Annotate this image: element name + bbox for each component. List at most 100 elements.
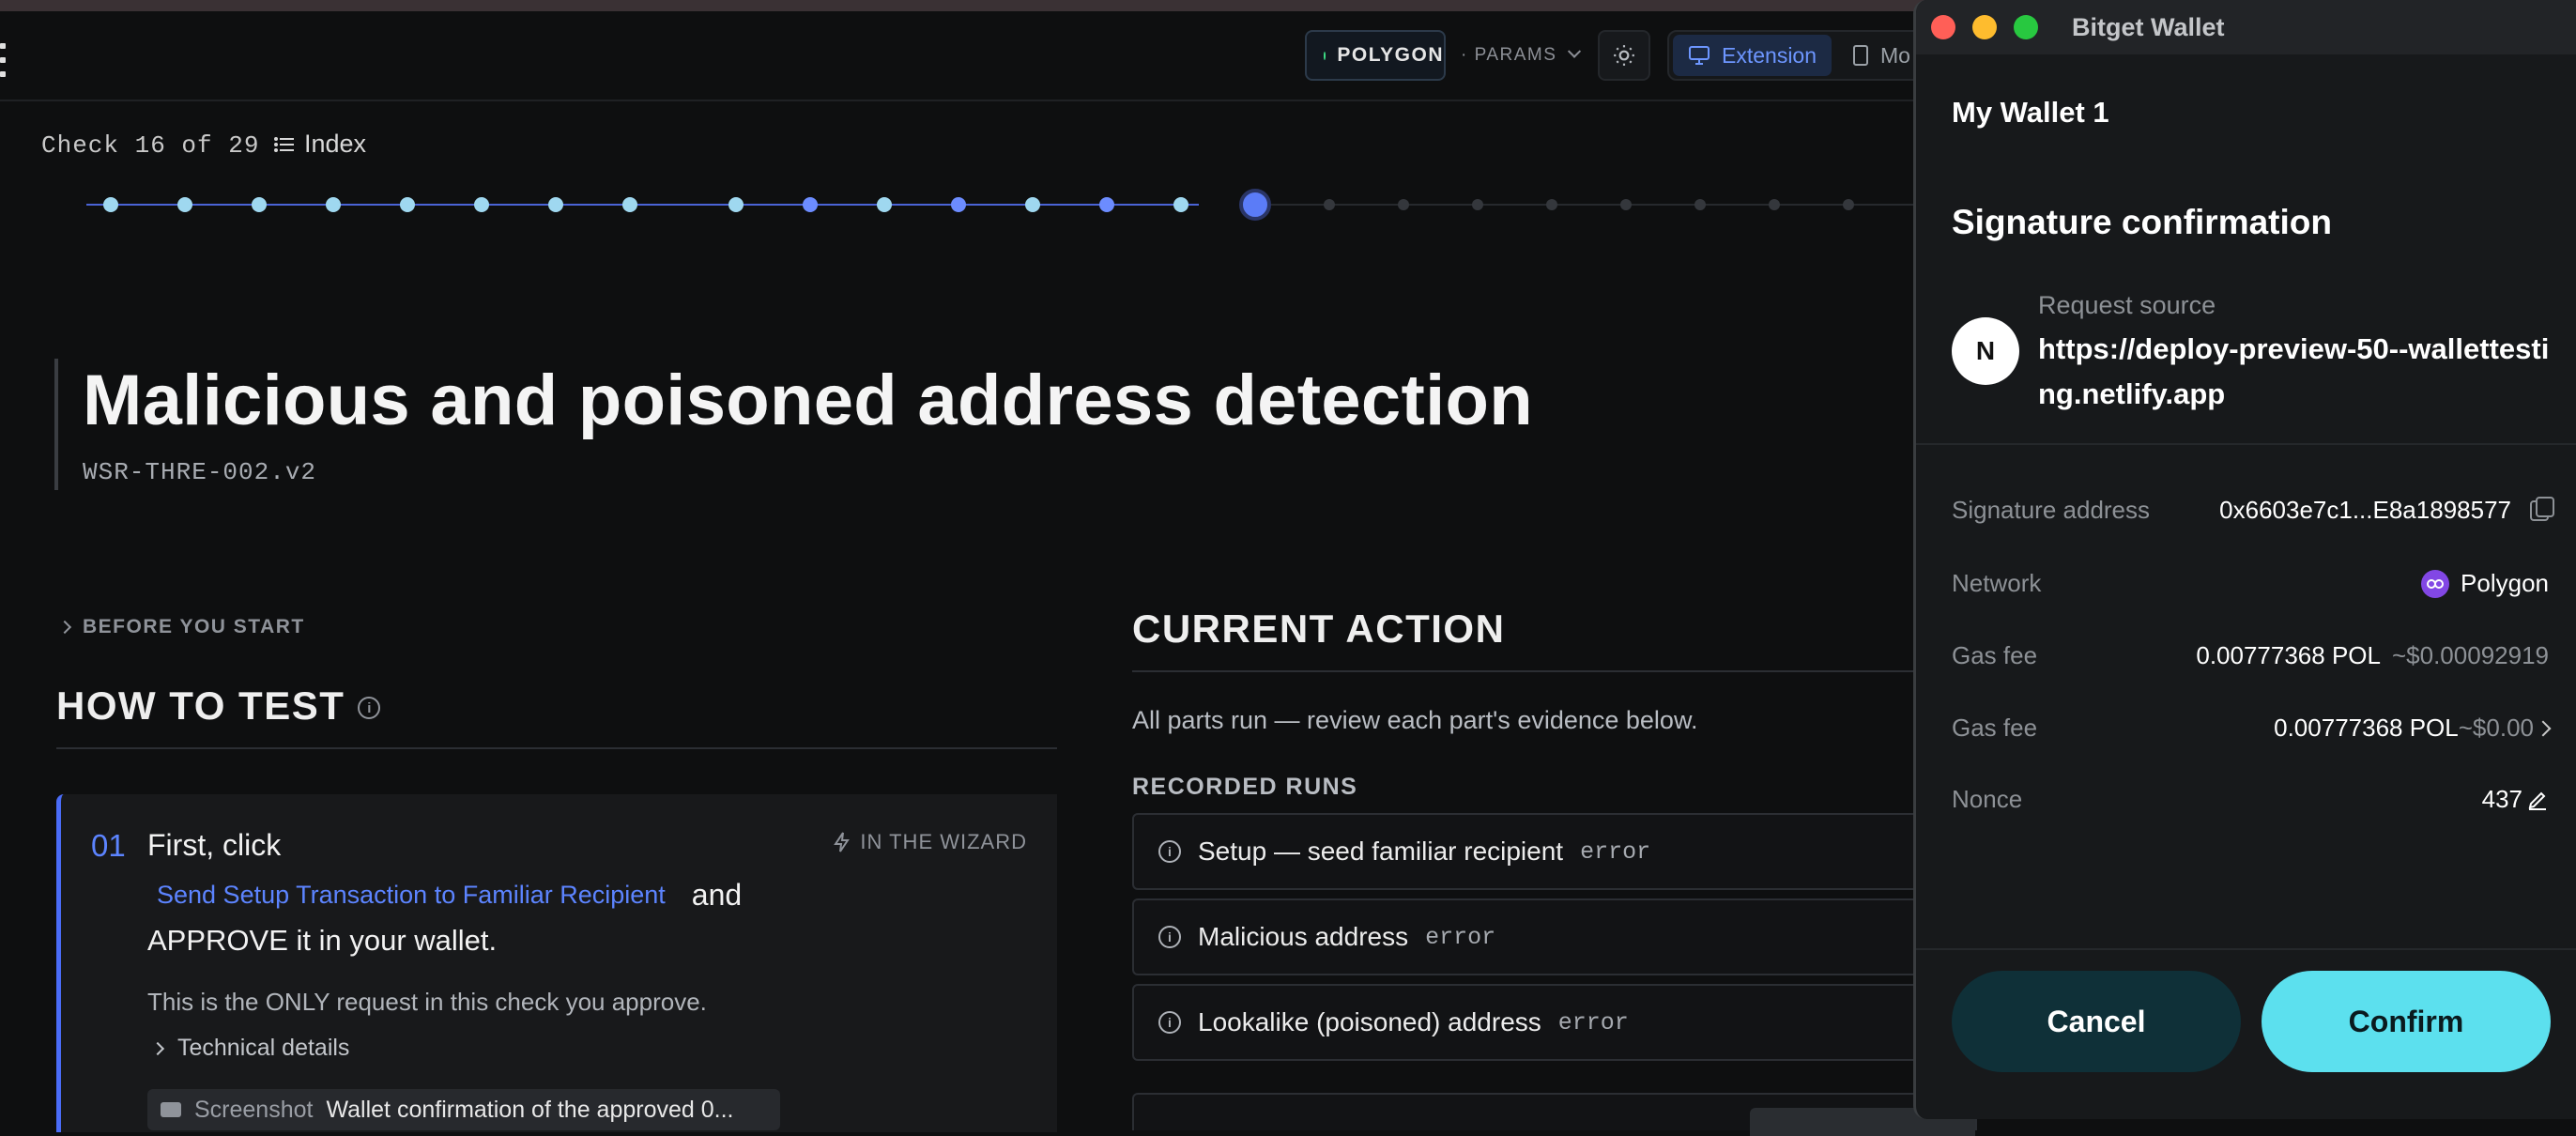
progress-step-pending[interactable] [1694,199,1706,210]
copy-icon[interactable] [2530,496,2554,521]
run-state: error [1425,923,1496,951]
progress-step-pending[interactable] [1546,199,1557,210]
progress-step-done[interactable] [326,197,341,212]
network-badge[interactable]: POLYGON [1305,30,1446,81]
progress-step-current[interactable] [1239,189,1271,221]
send-setup-transaction-link[interactable]: Send Setup Transaction to Familiar Recip… [147,875,675,915]
technical-details-toggle[interactable]: Technical details [150,1035,349,1062]
list-icon [274,136,294,152]
progress-step-done[interactable] [548,197,563,212]
info-icon: i [1158,840,1181,863]
sun-icon [1614,45,1634,66]
menu-icon[interactable] [0,43,8,77]
screenshot-label: Screenshot [194,1096,314,1123]
step-approve-text: APPROVE it in your wallet. [147,924,498,957]
check-progress-track [0,188,1915,225]
progress-step-done[interactable] [474,197,489,212]
params-label: · PARAMS [1461,45,1557,65]
progress-step-done[interactable] [1099,197,1114,212]
run-name: Setup — seed familiar recipient [1198,837,1564,866]
progress-steps [86,189,1915,221]
confirm-button[interactable]: Confirm [2262,971,2551,1072]
progress-step-pending[interactable] [1769,199,1780,210]
progress-step-pending[interactable] [1324,199,1335,210]
theme-toggle-button[interactable] [1598,30,1650,81]
signature-heading: Signature confirmation [1952,203,2332,241]
info-icon[interactable]: i [358,697,381,719]
run-state: error [1580,837,1651,866]
current-action-title: CURRENT ACTION [1132,606,1977,672]
wallet-name: My Wallet 1 [1952,96,2109,129]
gas-fee-usd: ~$0.00092919 [2391,641,2549,669]
gas-fee-value: 0.00777368 POL [2274,714,2459,742]
tab-mobile[interactable]: Mo [1837,35,1925,76]
gas-fee-row: Gas fee 0.00777368 POL ~$0.00092919 [1952,641,2549,670]
step-action-line: Send Setup Transaction to Familiar Recip… [147,875,742,915]
progress-step-done[interactable] [400,197,415,212]
check-counter: Check 16 of 29 [41,131,260,160]
recorded-run-item[interactable]: i Malicious address error [1132,898,1977,975]
progress-step-done[interactable] [877,197,892,212]
app-window: POLYGON · PARAMS Extension Mo Check 16 o… [0,0,2576,1136]
screenshot-chip[interactable]: Screenshot Wallet confirmation of the ap… [147,1089,780,1130]
index-label: Index [304,130,367,158]
how-to-test-header: HOW TO TEST i [56,683,1057,749]
gas-fee-selector-row[interactable]: Gas fee 0.00777368 POL ~$0.00 [1952,714,2552,743]
params-dropdown[interactable]: · PARAMS [1461,30,1582,81]
recorded-run-item[interactable]: i Lookalike (poisoned) address error [1132,984,1977,1061]
network-label: POLYGON [1337,44,1444,66]
progress-step-done[interactable] [728,197,744,212]
chevron-right-icon [2535,720,2552,736]
index-link[interactable]: Index [274,130,366,159]
lightning-icon [834,832,851,852]
progress-step-done[interactable] [1173,197,1188,212]
progress-step-done[interactable] [252,197,267,212]
wallet-app-title: Bitget Wallet [2072,13,2225,41]
step-and-word: and [691,878,743,912]
progress-step-done[interactable] [951,197,966,212]
progress-step-pending[interactable] [1620,199,1632,210]
request-source-url: https://deploy-preview-50--wallettesting… [2038,332,2550,410]
run-name: Lookalike (poisoned) address [1198,1007,1541,1036]
evidence-card [1132,1093,1977,1136]
in-the-wizard-label: IN THE WIZARD [860,830,1027,853]
progress-step-done[interactable] [622,197,637,212]
network-row-value: Polygon [2461,569,2549,597]
progress-step-done[interactable] [177,197,192,212]
gas-fee-value: 0.00777368 POL [2196,641,2381,669]
maximize-window-button[interactable] [2014,15,2038,39]
camera-icon [161,1102,181,1117]
progress-step-done[interactable] [1025,197,1040,212]
recorded-run-item[interactable]: i Setup — seed familiar recipient error [1132,813,1977,890]
step-lead: First, click [147,828,282,862]
edit-icon[interactable] [2526,789,2549,811]
monitor-icon [1689,46,1710,65]
wallet-titlebar: Bitget Wallet [1916,0,2576,54]
network-row: Network Polygon [1952,569,2549,598]
tab-extension[interactable]: Extension [1673,35,1832,76]
progress-step-done[interactable] [103,197,118,212]
chevron-right-icon [57,620,72,635]
request-source-label: Request source [2038,291,2216,319]
how-to-test-title: HOW TO TEST [56,683,345,728]
current-action-description: All parts run — review each part's evide… [1132,706,1698,734]
tab-mobile-label: Mo [1880,42,1910,68]
run-state: error [1557,1008,1629,1036]
progress-step-pending[interactable] [1472,199,1483,210]
screenshot-value: Wallet confirmation of the approved 0... [326,1096,734,1123]
info-icon: i [1158,926,1181,948]
progress-step-pending[interactable] [1843,199,1854,210]
before-you-start-toggle[interactable]: BEFORE YOU START [57,616,305,638]
step-card: 01 First, click IN THE WIZARD Send Setup… [56,794,1057,1132]
progress-step-done[interactable] [803,197,818,212]
run-name: Malicious address [1198,922,1409,951]
minimize-window-button[interactable] [1972,15,1997,39]
progress-step-pending[interactable] [1398,199,1409,210]
signature-address-label: Signature address [1952,496,2151,524]
recorded-runs-title: RECORDED RUNS [1132,774,1358,800]
wallet-popup-window: Bitget Wallet My Wallet 1 Signature conf… [1913,0,2576,1119]
close-window-button[interactable] [1931,15,1955,39]
gas-fee-label: Gas fee [1952,714,2038,742]
cancel-button[interactable]: Cancel [1952,971,2241,1072]
view-mode-switcher: Extension Mo [1667,30,1930,81]
